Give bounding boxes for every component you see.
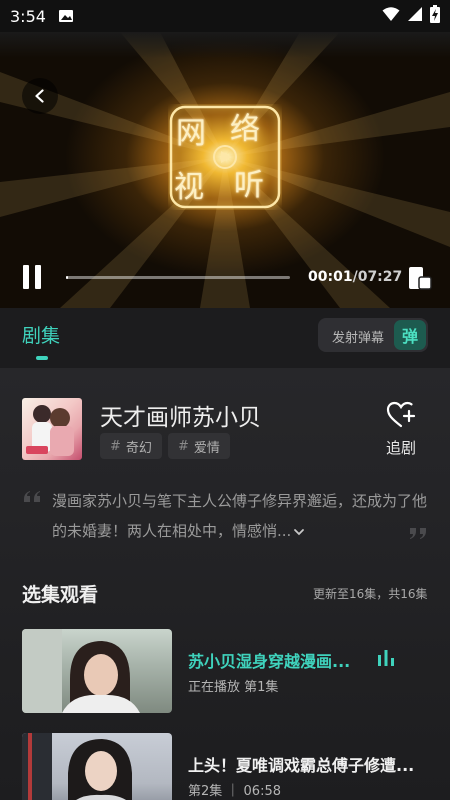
cover-art bbox=[26, 405, 74, 456]
logo-char-4: 听 bbox=[234, 168, 264, 203]
episode-subtitle: 第2集 ｜ 06:58 bbox=[188, 784, 281, 799]
fullscreen-button[interactable] bbox=[405, 264, 433, 292]
episode-still bbox=[22, 733, 132, 800]
current-time: 00:01 bbox=[308, 269, 353, 285]
video-top-fade bbox=[0, 32, 450, 58]
show-details: 天才画师苏小贝 # 奇幻 # 爱情 追剧 漫画家苏小贝与笔下主人公傅子修异界邂逅，还… bbox=[0, 368, 450, 800]
synopsis-text: 漫画家苏小贝与笔下主人公傅子修异界邂逅，还成为了他的未婚妻！两人在相处中，情感悄… bbox=[52, 492, 428, 540]
synopsis[interactable]: 漫画家苏小贝与笔下主人公傅子修异界邂逅，还成为了他的未婚妻！两人在相处中，情感悄… bbox=[52, 486, 430, 547]
show-cover-image[interactable] bbox=[22, 398, 82, 460]
genre-tag[interactable]: # 奇幻 bbox=[100, 433, 162, 459]
pause-button[interactable] bbox=[18, 262, 46, 292]
episode-title[interactable]: 上头！夏唯调戏霸总傅子修遭... bbox=[188, 752, 428, 776]
tag-label: 奇幻 bbox=[125, 440, 152, 456]
follow-button[interactable]: 追剧 bbox=[386, 437, 416, 458]
network-av-logo: 网 络 视 听 bbox=[168, 104, 282, 210]
wifi-icon bbox=[382, 6, 400, 26]
progress-slider[interactable] bbox=[66, 276, 290, 279]
video-player[interactable]: 网 络 视 听 00:01/07:27 bbox=[0, 32, 450, 308]
now-playing-equalizer-icon bbox=[377, 649, 395, 667]
logo-char-1: 网 bbox=[176, 116, 206, 151]
battery-charging-icon bbox=[430, 5, 440, 27]
progress-fill bbox=[66, 276, 68, 279]
tag-label: 爱情 bbox=[193, 440, 220, 456]
status-time: 3:54 bbox=[10, 6, 46, 26]
episode-thumbnail[interactable] bbox=[22, 629, 172, 713]
quote-close-icon bbox=[408, 526, 428, 545]
time-display: 00:01/07:27 bbox=[308, 269, 402, 285]
back-button[interactable] bbox=[22, 78, 58, 114]
episode-thumbnail[interactable] bbox=[22, 733, 172, 800]
status-bar: 3:54 bbox=[0, 0, 450, 32]
tag-hash: # bbox=[178, 438, 189, 454]
duration: 07:27 bbox=[357, 269, 403, 285]
logo-char-2: 络 bbox=[230, 112, 260, 147]
signal-icon bbox=[408, 6, 422, 26]
quote-open-icon bbox=[22, 488, 42, 507]
tag-hash: # bbox=[110, 438, 121, 454]
tab-episodes[interactable]: 剧集 bbox=[22, 321, 60, 348]
danmaku-toggle[interactable]: 弹 bbox=[394, 320, 426, 350]
genre-tag[interactable]: # 爱情 bbox=[168, 433, 230, 459]
pause-bar bbox=[35, 265, 41, 289]
chevron-left-icon bbox=[35, 89, 44, 103]
heart-plus-icon[interactable] bbox=[386, 400, 418, 430]
episodes-section-title: 选集观看 bbox=[22, 584, 99, 606]
tab-indicator bbox=[36, 356, 48, 360]
logo-char-3: 视 bbox=[174, 170, 204, 205]
show-title: 天才画师苏小贝 bbox=[100, 405, 261, 431]
gallery-notification-icon bbox=[58, 8, 74, 24]
episode-subtitle: 正在播放 第1集 bbox=[188, 680, 279, 695]
episode-still bbox=[22, 629, 140, 713]
screen-rotate-icon bbox=[409, 267, 432, 290]
danmaku-input[interactable]: 发射弹幕 bbox=[332, 327, 384, 346]
chevron-down-icon[interactable] bbox=[293, 517, 305, 547]
update-info: 更新至16集，共16集 bbox=[313, 587, 428, 601]
danmaku-bar: 发射弹幕 弹 bbox=[318, 318, 428, 352]
episode-title[interactable]: 苏小贝湿身穿越漫画... bbox=[188, 648, 363, 672]
tabs-row: 剧集 发射弹幕 弹 bbox=[0, 308, 450, 368]
pause-bar bbox=[23, 265, 29, 289]
